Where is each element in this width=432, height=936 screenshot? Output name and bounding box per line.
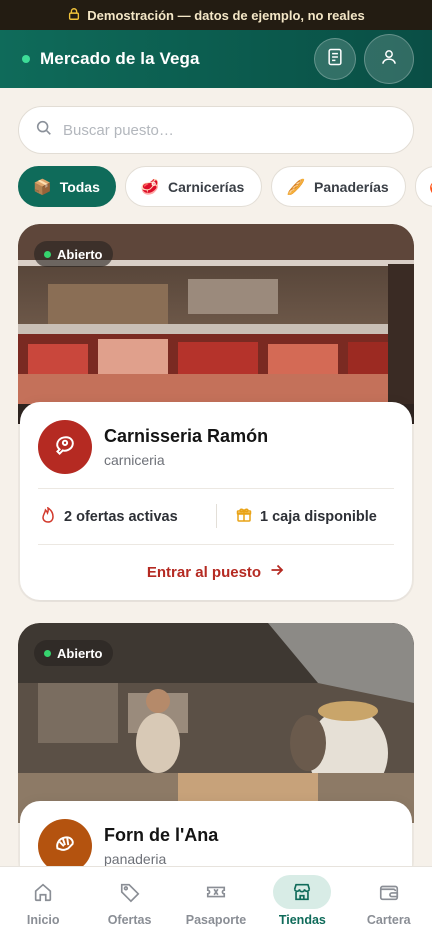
active-offers-text: 2 ofertas activas xyxy=(64,509,178,525)
shop-info-panel: Carnisseria Ramón carniceria 2 ofertas a… xyxy=(20,402,412,600)
stat-separator xyxy=(216,504,217,528)
orders-button[interactable] xyxy=(314,38,356,80)
chip-label: Carnicerías xyxy=(168,178,245,195)
open-status-text: Abierto xyxy=(57,246,103,262)
divider xyxy=(38,544,394,545)
nav-label: Tiendas xyxy=(278,913,326,927)
active-offers-stat: 2 ofertas activas xyxy=(40,502,178,532)
enter-shop-button[interactable]: Entrar al puesto xyxy=(20,554,412,590)
available-boxes-stat: 1 caja disponible xyxy=(236,502,377,532)
chip-label: Panaderías xyxy=(314,178,389,195)
bottom-nav: Inicio Ofertas Pasaporte Tiendas Cartera xyxy=(0,866,432,936)
tag-icon xyxy=(101,875,159,909)
ticket-icon xyxy=(187,875,245,909)
chip-carnicerias[interactable]: 🥩 Carnicerías xyxy=(125,166,262,207)
nav-label: Pasaporte xyxy=(185,913,247,927)
nav-item-pasaporte[interactable]: Pasaporte xyxy=(176,875,256,927)
search-input[interactable] xyxy=(63,121,397,139)
shop-avatar xyxy=(38,420,92,474)
divider xyxy=(38,488,394,489)
meat-icon xyxy=(52,432,78,463)
gift-icon xyxy=(236,507,252,527)
nav-label: Cartera xyxy=(366,913,411,927)
open-status-badge: Abierto xyxy=(34,640,113,666)
home-icon xyxy=(14,875,72,909)
shop-card[interactable]: Abierto Carnisseria Ramón carniceria 2 o… xyxy=(18,224,414,602)
search-icon xyxy=(35,119,63,142)
flame-icon xyxy=(40,506,56,527)
apple-icon: 🍎 xyxy=(428,178,432,196)
available-boxes-text: 1 caja disponible xyxy=(260,509,377,525)
open-status-badge: Abierto xyxy=(34,241,113,267)
market-status-dot xyxy=(22,55,30,63)
open-dot xyxy=(44,649,51,657)
open-dot xyxy=(44,250,51,258)
profile-button[interactable] xyxy=(364,34,414,84)
shop-type: panaderia xyxy=(104,851,167,867)
nav-item-cartera[interactable]: Cartera xyxy=(349,875,429,927)
demo-banner-text: Demostración — datos de ejemplo, no real… xyxy=(87,7,365,23)
user-icon xyxy=(379,47,399,72)
nav-item-tiendas[interactable]: Tiendas xyxy=(262,875,342,927)
receipt-icon xyxy=(325,47,345,72)
chip-label: Todas xyxy=(59,178,100,195)
chip-todas[interactable]: 📦 Todas xyxy=(18,166,116,207)
shop-name: Carnisseria Ramón xyxy=(104,426,269,446)
box-icon: 📦 xyxy=(33,178,52,196)
lock-icon xyxy=(67,7,81,24)
search-bar[interactable] xyxy=(18,106,414,154)
shop-avatar xyxy=(38,819,92,873)
nav-item-inicio[interactable]: Inicio xyxy=(3,875,83,927)
shop-card[interactable]: Abierto Forn de l'Ana panaderia xyxy=(18,623,414,883)
enter-shop-label: Entrar al puesto xyxy=(146,563,262,581)
meat-icon: 🥩 xyxy=(140,178,160,196)
app-header: Mercado de la Vega xyxy=(0,30,432,88)
arrow-right-icon xyxy=(269,562,285,582)
shop-type: carniceria xyxy=(104,452,165,468)
shop-name: Forn de l'Ana xyxy=(104,825,219,845)
chip-panaderias[interactable]: 🥖 Panaderías xyxy=(271,166,406,207)
wallet-icon xyxy=(360,875,418,909)
bread-icon: 🥖 xyxy=(286,178,306,196)
open-status-text: Abierto xyxy=(57,645,103,661)
store-icon xyxy=(273,875,332,909)
chip-fruit[interactable]: 🍎 xyxy=(415,166,432,207)
category-chips: 📦 Todas 🥩 Carnicerías 🥖 Panaderías 🍎 xyxy=(18,166,432,208)
croissant-icon xyxy=(52,831,78,862)
nav-label: Inicio xyxy=(26,913,60,927)
nav-item-ofertas[interactable]: Ofertas xyxy=(90,875,170,927)
app-title: Mercado de la Vega xyxy=(40,49,200,68)
nav-label: Ofertas xyxy=(107,913,152,927)
demo-banner: Demostración — datos de ejemplo, no real… xyxy=(0,0,432,30)
